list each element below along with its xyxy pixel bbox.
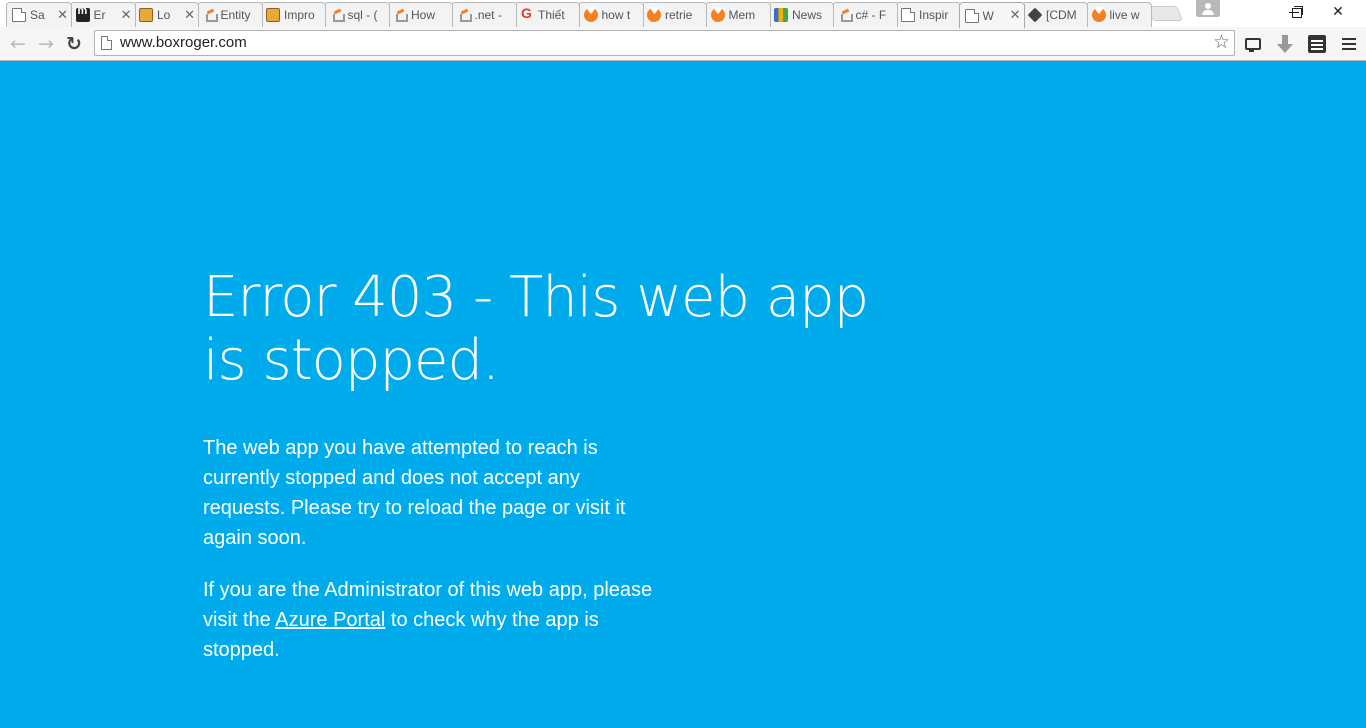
error-description: The web app you have attempted to reach … <box>203 437 626 549</box>
download-icon[interactable] <box>1273 32 1297 56</box>
stackoverflow-icon <box>203 8 218 22</box>
page-icon <box>12 8 26 22</box>
medium-m-icon <box>75 5 90 22</box>
heart-icon <box>1091 6 1106 22</box>
page-content: Error 403 - This web app is stopped. The… <box>0 62 1366 728</box>
browser-tab[interactable]: live w <box>1085 2 1152 27</box>
tab-title: Mem <box>728 8 756 22</box>
page-icon <box>964 8 979 23</box>
tab-close-icon[interactable]: ✕ <box>57 8 68 23</box>
tab-title: retrie <box>665 8 693 22</box>
browser-tab[interactable]: sql - ( <box>323 2 390 27</box>
browser-tab[interactable]: Thiết <box>514 2 580 27</box>
tab-title: Impro <box>284 8 315 22</box>
tab-title: how t <box>601 8 631 22</box>
page-icon <box>901 8 915 22</box>
admin-instructions: If you are the Administrator of this web… <box>203 575 663 665</box>
browser-tab[interactable]: Lo ✕ <box>133 2 199 27</box>
tab-title: Inspir <box>919 8 949 22</box>
new-tab-button[interactable] <box>1147 6 1183 21</box>
news-icon <box>774 8 788 22</box>
error-title: Error 403 - This web app is stopped. <box>203 265 869 393</box>
window-close-button[interactable]: ✕ <box>1316 0 1360 24</box>
heart-icon <box>583 6 598 22</box>
tab-title: Er <box>93 8 106 22</box>
google-g-icon <box>520 5 534 22</box>
tab-title: c# - F <box>855 8 887 22</box>
tab-close-icon[interactable]: ✕ <box>1010 8 1021 23</box>
stackoverflow-icon <box>393 8 408 22</box>
bookmark-star-icon[interactable]: ☆ <box>1213 31 1230 53</box>
tab-title: News <box>792 8 823 22</box>
heart-icon <box>710 6 725 22</box>
menu-icon[interactable] <box>1337 32 1361 56</box>
pencil-icon <box>266 8 280 22</box>
cast-icon[interactable] <box>1241 32 1265 56</box>
tab-title: Lo <box>157 8 171 22</box>
url-text[interactable]: www.boxroger.com <box>120 34 247 51</box>
profile-avatar-icon[interactable] <box>1196 0 1220 17</box>
browser-tab[interactable]: W ✕ <box>958 2 1025 28</box>
browser-tab[interactable]: how t <box>577 2 644 27</box>
tab-title: Sa <box>30 8 45 22</box>
pencil-icon <box>139 8 153 22</box>
tab-title: [CDM <box>1046 8 1077 22</box>
stackoverflow-icon <box>457 8 472 22</box>
tab-title: sql - ( <box>347 8 378 22</box>
back-button[interactable]: ← <box>5 31 31 57</box>
browser-tab[interactable]: Er ✕ <box>69 2 136 27</box>
stackoverflow-icon <box>330 8 345 22</box>
browser-tab[interactable]: .net - <box>450 2 517 27</box>
restore-button[interactable] <box>1274 0 1318 24</box>
browser-tab[interactable]: Sa ✕ <box>6 2 72 27</box>
tab-title: Thiết <box>538 8 565 22</box>
tab-title: Entity <box>220 8 251 22</box>
browser-tab[interactable]: retrie <box>641 2 707 27</box>
forward-button[interactable]: → <box>33 31 59 57</box>
azure-portal-link[interactable]: Azure Portal <box>275 609 385 631</box>
address-bar[interactable]: www.boxroger.com ☆ <box>94 30 1235 56</box>
tab-title: live w <box>1109 8 1140 22</box>
tab-strip: Sa ✕ Er ✕ Lo ✕ Entity Impro sql - ( How .net - Thiế… <box>0 0 1366 28</box>
tab-title: How <box>411 8 436 22</box>
heart-icon <box>647 6 661 22</box>
reload-button[interactable]: ↻ <box>61 31 87 57</box>
tab-title: W <box>982 8 994 23</box>
extension-icon[interactable] <box>1305 32 1329 56</box>
browser-tab[interactable]: [CDM <box>1022 2 1088 27</box>
page-info-icon[interactable] <box>101 36 112 50</box>
browser-tab[interactable]: c# - F <box>831 2 898 27</box>
browser-tab[interactable]: Entity <box>196 2 263 27</box>
browser-tab[interactable]: Mem <box>704 2 771 27</box>
tab-title: .net - <box>474 8 502 22</box>
tab-close-icon[interactable]: ✕ <box>184 8 195 23</box>
browser-tab[interactable]: Impro <box>260 2 326 27</box>
browser-tab[interactable]: Inspir <box>895 2 961 27</box>
stackoverflow-icon <box>838 8 853 22</box>
browser-tab[interactable]: News <box>768 2 834 27</box>
browser-toolbar: ← → ↻ www.boxroger.com ☆ <box>0 27 1366 61</box>
browser-tab[interactable]: How <box>387 2 453 27</box>
tab-close-icon[interactable]: ✕ <box>121 8 132 23</box>
diamond-icon <box>1027 7 1043 23</box>
